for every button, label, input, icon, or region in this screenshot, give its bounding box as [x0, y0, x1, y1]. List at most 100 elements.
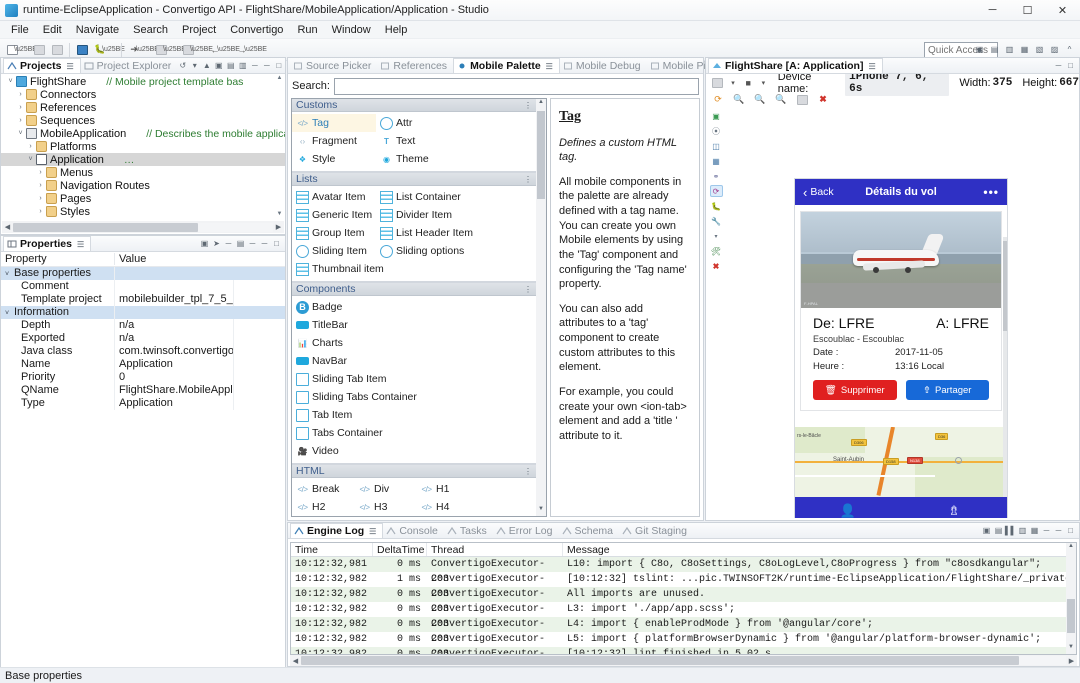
tree-twisty-icon[interactable]: › — [35, 195, 46, 202]
palette-item-attr[interactable]: Attr — [376, 114, 460, 132]
palette-item-tabs-container[interactable]: Tabs Container — [292, 424, 418, 442]
properties-pin-toggle-icon[interactable]: ➤ — [211, 238, 222, 250]
property-row-information[interactable]: ˅ Information — [1, 306, 285, 319]
palette-scroll-up-icon[interactable]: ▲ — [536, 99, 546, 109]
log-col-deltatime[interactable]: DeltaTime — [373, 543, 427, 556]
collapse-section-icon[interactable]: ⋮ — [524, 283, 532, 296]
tree-scroll-down-icon[interactable]: ▼ — [275, 211, 284, 220]
tab-project-explorer[interactable]: Project Explorer — [81, 58, 178, 73]
palette-item-text[interactable]: T Text — [376, 132, 460, 150]
palette-item-thumbnail-item[interactable]: Thumbnail item — [292, 260, 384, 278]
property-row-comment[interactable]: Comment — [1, 280, 285, 293]
perspective-convertigo-icon[interactable]: ▤ — [988, 42, 1001, 57]
search-input[interactable] — [333, 77, 699, 95]
device-maximize-icon[interactable]: □ — [1065, 60, 1076, 72]
palette-scroll-thumb[interactable] — [537, 111, 545, 199]
palette-section-header-lists[interactable]: Lists ⋮ — [292, 173, 536, 186]
tab-projects[interactable]: Projects ☰ — [3, 58, 81, 73]
properties-collapse-icon[interactable]: ─ — [259, 238, 270, 250]
log-settings-icon[interactable]: ▦ — [1029, 525, 1040, 537]
palette-item-fragment[interactable]: ‹› Fragment — [292, 132, 376, 150]
log-table[interactable]: Time DeltaTime Thread Message 10:12:32,9… — [290, 542, 1077, 655]
tree-vertical-scrollbar[interactable]: ▲ ▼ — [275, 75, 284, 220]
bug-dropdown-icon[interactable]: \u25BE — [102, 41, 125, 58]
log-col-time[interactable]: Time — [291, 543, 373, 556]
tab-flightshare-application[interactable]: FlightShare [A: Application] ☰ — [708, 58, 883, 73]
palette-item-sliding-tabs-container[interactable]: Sliding Tabs Container — [292, 388, 418, 406]
tree-item-navigation-routes[interactable]: › Navigation Routes — [1, 179, 285, 192]
phone-tab-shared-flights[interactable]: ⇯ Vols partagés — [901, 497, 1007, 518]
log-row[interactable]: 10:12:32,982 0 ms ConvertigoExecutor-203 [1… — [291, 647, 1076, 654]
collapse-section-icon[interactable]: ⋮ — [524, 173, 532, 186]
forward-dropdown-icon[interactable]: \u25BE — [244, 41, 267, 58]
palette-pin-icon[interactable]: ☰ — [546, 62, 553, 71]
menu-convertigo[interactable]: Convertigo — [223, 23, 290, 37]
menu-search[interactable]: Search — [126, 23, 175, 37]
log-scroll-lock-icon[interactable]: ▥ — [1017, 525, 1028, 537]
restore-view-icon[interactable]: ─ — [261, 60, 272, 72]
pin-icon[interactable]: ☰ — [66, 62, 73, 71]
tree-item-references[interactable]: › References — [1, 101, 285, 114]
bug-preview-icon[interactable]: 🐛 — [710, 200, 723, 212]
link-editor-icon[interactable]: ↺ — [177, 60, 188, 72]
palette-item-h3[interactable]: </> H3 — [354, 498, 416, 516]
log-scroll-up-icon[interactable]: ▲ — [1066, 543, 1076, 553]
property-row-base-properties[interactable]: ˅ Base properties — [1, 267, 285, 280]
log-col-thread[interactable]: Thread — [427, 543, 563, 556]
property-value[interactable]: com.twinsoft.convertigo.beans... — [115, 345, 233, 358]
delete-flight-button[interactable]: 🗑 Supprimer — [813, 380, 897, 400]
tab-console[interactable]: Console — [383, 523, 444, 538]
minimize-button[interactable]: ─ — [975, 0, 1010, 21]
refresh-icon[interactable]: ⟳ — [710, 91, 726, 108]
tree-twisty-icon[interactable]: › — [35, 169, 46, 176]
palette-item-tag[interactable]: </> Tag — [292, 114, 376, 132]
properties-maximize-icon[interactable]: □ — [271, 238, 282, 250]
tab-mobile-palette[interactable]: Mobile Palette ☰ — [453, 58, 560, 73]
phone-scrollbar[interactable] — [1003, 237, 1007, 497]
property-value[interactable]: n/a — [115, 332, 233, 345]
search-dropdown-icon[interactable]: \u25BE — [190, 41, 213, 58]
log-scroll-down-icon[interactable]: ▼ — [1066, 644, 1076, 654]
palette-section-header-customs[interactable]: Customs ⋮ — [292, 99, 536, 112]
log-hscroll-thumb[interactable] — [301, 656, 1019, 665]
palette-item-list-container[interactable]: List Container — [376, 188, 461, 206]
deploy-icon[interactable] — [74, 41, 90, 58]
palette-item-group-item[interactable]: Group Item — [292, 224, 376, 242]
log-maximize-icon[interactable]: □ — [1065, 525, 1076, 537]
globe-icon[interactable]: ⚭ — [710, 170, 723, 182]
palette-item-break[interactable]: </> Break — [292, 480, 354, 498]
menu-navigate[interactable]: Navigate — [69, 23, 126, 37]
new-dropdown-icon[interactable]: \u25BE — [14, 41, 37, 58]
properties-minimize-icon[interactable]: ─ — [223, 238, 234, 250]
palette-item-sliding-item[interactable]: Sliding Item — [292, 242, 376, 260]
view-menu-caret-icon[interactable]: ▾ — [189, 60, 200, 72]
palette-item-sliding-tab-item[interactable]: Sliding Tab Item — [292, 370, 418, 388]
property-row-depth[interactable]: Depth n/a — [1, 319, 285, 332]
log-scroll-thumb[interactable] — [1067, 599, 1075, 633]
palette-item-sliding-options[interactable]: Sliding options — [376, 242, 464, 260]
log-row[interactable]: 10:12:32,982 0 ms ConvertigoExecutor-203 A… — [291, 587, 1076, 615]
close-button[interactable]: ✕ — [1045, 0, 1080, 21]
log-scroll-left-icon[interactable]: ◀ — [290, 657, 301, 665]
flight-map[interactable]: D306 D36 D158 N138 rs-le-Bâcle Saint-Aub… — [795, 427, 1007, 497]
log-horizontal-scrollbar[interactable]: ◀ ▶ — [290, 655, 1077, 666]
delete-preview-icon[interactable]: ✖ — [710, 260, 723, 272]
log-col-message[interactable]: Message — [563, 543, 1076, 556]
tab-tasks[interactable]: Tasks — [444, 523, 493, 538]
log-hscroll-track[interactable] — [301, 656, 1066, 665]
perspective-debug-icon[interactable]: ▦ — [1018, 42, 1031, 57]
stop-preview-icon[interactable]: ✖ — [815, 91, 831, 108]
log-restore-icon[interactable]: ─ — [1053, 525, 1064, 537]
palette-section-header-components[interactable]: Components ⋮ — [292, 283, 536, 296]
tree-twisty-icon[interactable]: › — [25, 143, 36, 150]
save-all-icon[interactable] — [49, 41, 65, 58]
palette-item-h5[interactable]: </>H5 — [292, 516, 354, 517]
share-flight-button[interactable]: ⇮ Partager — [905, 380, 989, 400]
palette-item-avatar-item[interactable]: Avatar Item — [292, 188, 376, 206]
tab-git-staging[interactable]: Git Staging — [619, 523, 693, 538]
tree-item-connectors[interactable]: › Connectors — [1, 88, 285, 101]
perspective-more-icon[interactable]: ^ — [1063, 42, 1076, 57]
maximize-view-icon[interactable]: □ — [273, 60, 284, 72]
phone-tab-my-flights[interactable]: 👤 Mes Vols — [795, 497, 901, 518]
device-height-value[interactable]: 667 — [1059, 77, 1079, 89]
